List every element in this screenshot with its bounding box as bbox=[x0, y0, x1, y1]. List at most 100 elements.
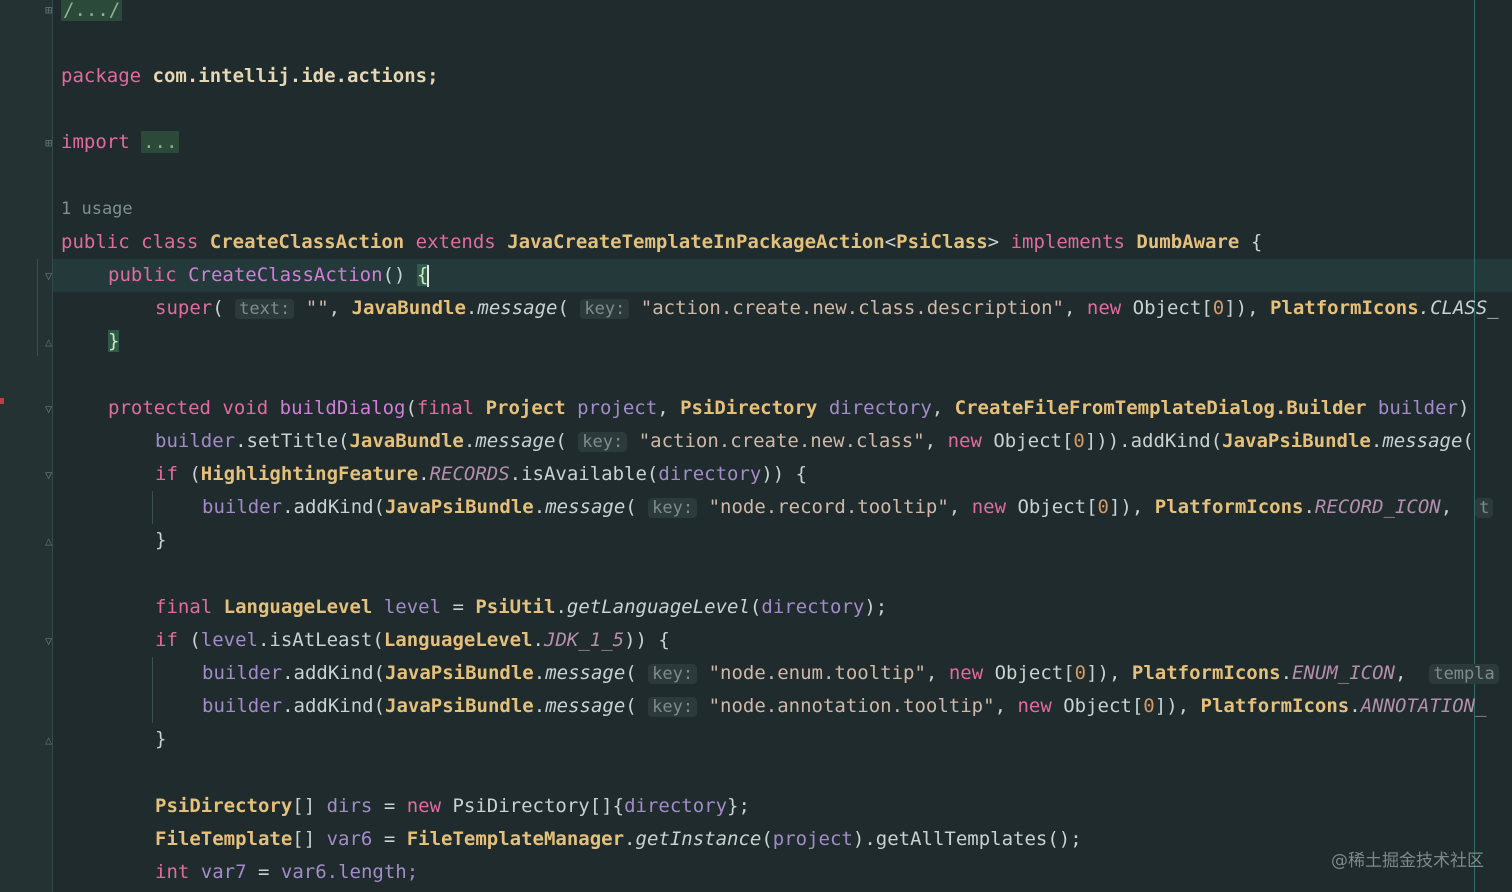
punct: ( bbox=[405, 397, 417, 419]
method-name: .addKind( bbox=[282, 496, 386, 518]
code-line: protected void buildDialog(final Project… bbox=[108, 397, 1470, 419]
matched-brace: } bbox=[108, 330, 120, 352]
code-line: } bbox=[108, 325, 120, 358]
type-name: FileTemplate bbox=[155, 828, 293, 850]
code-line: final LanguageLevel level = PsiUtil.getL… bbox=[155, 596, 888, 618]
variable-name: dirs bbox=[326, 795, 373, 817]
type-name: PlatformIcons bbox=[1154, 496, 1304, 518]
number-literal: 0 bbox=[1097, 496, 1109, 518]
type-name: Object[ bbox=[1121, 297, 1213, 319]
number-literal: 0 bbox=[1143, 695, 1155, 717]
keyword: if bbox=[155, 629, 178, 651]
type-name: LanguageLevel bbox=[383, 629, 533, 651]
punct: , bbox=[328, 297, 352, 319]
keyword: super bbox=[155, 297, 213, 319]
variable-name: var6 bbox=[326, 828, 373, 850]
parameter-hint: text: bbox=[235, 299, 295, 319]
code-line: public class CreateClassAction extends J… bbox=[61, 226, 1262, 259]
code-area[interactable]: /.../ package com.intellij.ide.actions; … bbox=[0, 0, 1512, 892]
parameter-hint: key: bbox=[648, 498, 698, 518]
code-line: int var7 = var6.length; bbox=[155, 856, 418, 889]
constructor-name: CreateClassAction bbox=[188, 264, 383, 286]
constant-name: JDK_1_5 bbox=[544, 629, 625, 651]
parameter-hint: key: bbox=[648, 697, 698, 717]
method-name: message bbox=[545, 662, 626, 684]
variable-name: level bbox=[383, 596, 442, 618]
type-name: DumbAware bbox=[1136, 231, 1240, 253]
method-name: message bbox=[545, 496, 626, 518]
code-line: import ... bbox=[61, 126, 180, 159]
code-line: builder.addKind(JavaPsiBundle.message( k… bbox=[202, 491, 1494, 524]
punct: = bbox=[246, 861, 281, 883]
usage-hint[interactable]: 1 usage bbox=[61, 193, 133, 226]
code-line: } bbox=[155, 524, 166, 557]
constant-name: ANNOTATION_ bbox=[1360, 695, 1487, 717]
method-name: .addKind( bbox=[282, 662, 386, 684]
code-line: builder.addKind(JavaPsiBundle.message( k… bbox=[202, 695, 1487, 717]
code-line: package com.intellij.ide.actions; bbox=[61, 60, 439, 93]
code-line: if (level.isAtLeast(LanguageLevel.JDK_1_… bbox=[155, 629, 670, 651]
method-name: message bbox=[475, 430, 556, 452]
type-name: JavaCreateTemplateInPackageAction bbox=[507, 231, 885, 253]
code-line: PsiDirectory[] dirs = new PsiDirectory[]… bbox=[155, 790, 750, 823]
parameter-hint: key: bbox=[580, 299, 630, 319]
type-name: PlatformIcons bbox=[1131, 662, 1281, 684]
parameter-name: builder bbox=[202, 496, 283, 518]
method-name: .addKind( bbox=[282, 695, 386, 717]
keyword: new bbox=[947, 430, 982, 452]
keyword: extends bbox=[415, 231, 496, 253]
keyword: import bbox=[61, 131, 130, 153]
variable-name: var7 bbox=[200, 861, 247, 883]
type-name: Project bbox=[485, 397, 566, 419]
punct: = bbox=[372, 828, 407, 850]
constant-name: ENUM_ICON bbox=[1292, 662, 1395, 684]
punct: } bbox=[155, 529, 167, 551]
method-name: buildDialog bbox=[279, 397, 406, 419]
parameter-name: directory bbox=[828, 397, 932, 419]
string-literal: "node.annotation.tooltip" bbox=[708, 695, 995, 717]
keyword: new bbox=[1086, 297, 1122, 319]
method-name: message bbox=[1382, 430, 1463, 452]
type-name: JavaPsiBundle bbox=[1222, 430, 1371, 452]
keyword: new bbox=[406, 795, 442, 817]
punct: [] bbox=[292, 795, 327, 817]
keyword: class bbox=[141, 231, 199, 253]
code-line: builder.addKind(JavaPsiBundle.message( k… bbox=[202, 657, 1499, 690]
string-literal: "action.create.new.class" bbox=[638, 430, 925, 452]
punct: < bbox=[884, 231, 897, 253]
type-name: JavaPsiBundle bbox=[385, 496, 534, 518]
parameter-hint: templa bbox=[1429, 664, 1499, 684]
parameter-hint: key: bbox=[648, 664, 698, 684]
constant-name: RECORDS bbox=[429, 463, 510, 485]
package-name: com.intellij.ide.actions; bbox=[152, 65, 439, 87]
punct: ]), bbox=[1224, 297, 1270, 319]
punct: }; bbox=[727, 795, 750, 817]
text-caret bbox=[427, 264, 430, 287]
punct: = bbox=[372, 795, 407, 817]
punct: )) { bbox=[624, 629, 670, 651]
code-line: /.../ bbox=[61, 0, 123, 27]
code-editor[interactable]: ⊞ ⊞ ▽ △ ▽ ▽ △ ▽ △ /.../ package com.inte… bbox=[0, 0, 1512, 892]
keyword: final bbox=[416, 397, 475, 419]
keyword: final bbox=[155, 596, 213, 618]
number-literal: 0 bbox=[1212, 297, 1225, 319]
punct: )) { bbox=[761, 463, 808, 485]
string-literal: "node.record.tooltip" bbox=[708, 496, 949, 518]
punct: > bbox=[987, 231, 1000, 253]
code-line: FileTemplate[] var6 = FileTemplateManage… bbox=[155, 828, 1082, 850]
keyword: if bbox=[155, 463, 178, 485]
import-fold[interactable]: ... bbox=[141, 131, 180, 153]
punct: ) bbox=[1458, 397, 1470, 419]
type-name: PlatformIcons bbox=[1200, 695, 1350, 717]
punct: , bbox=[1064, 297, 1087, 319]
type-name: FileTemplateManager bbox=[406, 828, 625, 850]
code-line: super( text: "", JavaBundle.message( key… bbox=[155, 297, 1499, 319]
parameter-name: directory bbox=[658, 463, 762, 485]
method-name: .isAvailable( bbox=[509, 463, 659, 485]
punct: { bbox=[1239, 231, 1263, 253]
punct: ); bbox=[864, 596, 888, 618]
string-literal: "node.enum.tooltip" bbox=[708, 662, 926, 684]
variable-name: var6.length; bbox=[280, 861, 419, 883]
collapsed-header-fold[interactable]: /.../ bbox=[61, 0, 123, 21]
punct: = bbox=[441, 596, 476, 618]
